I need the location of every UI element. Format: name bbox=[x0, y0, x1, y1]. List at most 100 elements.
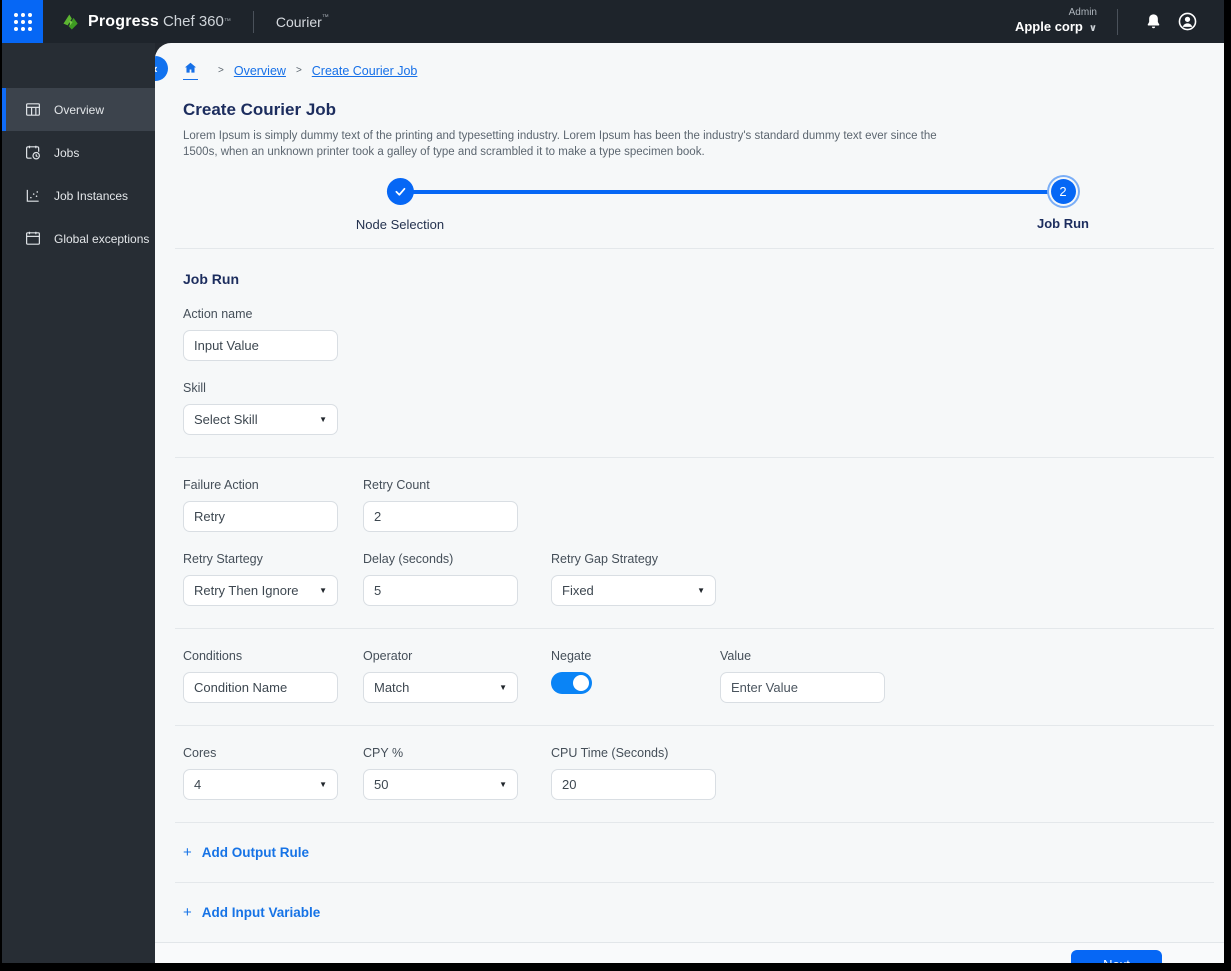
home-breadcrumb-link[interactable] bbox=[183, 61, 198, 80]
select-value: 4 bbox=[194, 777, 202, 792]
bell-icon bbox=[1147, 14, 1159, 29]
wizard-footer: Next bbox=[155, 942, 1224, 963]
retry-count-field-group: Retry Count bbox=[363, 478, 551, 532]
cpy-field-group: CPY % 50 ▼ bbox=[363, 746, 551, 800]
chevron-down-icon: ∨ bbox=[1088, 23, 1097, 34]
cpu-time-input[interactable] bbox=[551, 769, 716, 800]
value-input[interactable] bbox=[720, 672, 885, 703]
retry-strategy-field-group: Retry Startegy Retry Then Ignore ▼ bbox=[183, 552, 363, 606]
sidebar-item-job-instances[interactable]: Job Instances bbox=[2, 174, 155, 217]
sidebar-item-overview[interactable]: Overview bbox=[2, 88, 155, 131]
account-button[interactable] bbox=[1170, 5, 1204, 39]
select-value: Match bbox=[374, 680, 410, 695]
field-label: Conditions bbox=[183, 649, 243, 663]
overview-dashboard-icon bbox=[26, 103, 40, 116]
failure-action-field-group: Failure Action bbox=[183, 478, 363, 532]
next-button[interactable]: Next bbox=[1071, 950, 1162, 963]
breadcrumb-link-overview[interactable]: Overview bbox=[234, 64, 286, 78]
operator-select[interactable]: Match ▼ bbox=[363, 672, 518, 703]
field-label: Delay (seconds) bbox=[363, 552, 454, 566]
global-exceptions-calendar-icon bbox=[26, 231, 40, 245]
stepper-connector-line bbox=[400, 190, 1063, 194]
field-label: Skill bbox=[183, 381, 206, 395]
negate-toggle[interactable] bbox=[551, 672, 592, 694]
dropdown-arrow-icon: ▼ bbox=[319, 586, 327, 595]
retry-gap-strategy-select[interactable]: Fixed ▼ bbox=[551, 575, 716, 606]
delay-field-group: Delay (seconds) bbox=[363, 552, 551, 606]
sidebar-item-label: Overview bbox=[54, 102, 105, 117]
field-label: Retry Gap Strategy bbox=[551, 552, 658, 566]
header-divider bbox=[252, 10, 254, 33]
app-launcher-button[interactable] bbox=[2, 0, 43, 43]
cores-select[interactable]: 4 ▼ bbox=[183, 769, 338, 800]
select-value: 50 bbox=[374, 777, 389, 792]
jobs-calendar-clock-icon bbox=[26, 145, 40, 160]
section-divider bbox=[175, 725, 1214, 726]
action-name-field-group: Action name bbox=[183, 307, 1224, 361]
step-job-run[interactable]: 2 Job Run bbox=[1037, 178, 1089, 231]
toggle-knob bbox=[573, 675, 589, 691]
sidebar-item-global-exceptions[interactable]: Global exceptions bbox=[2, 217, 155, 260]
add-input-variable-button[interactable]: + Add Input Variable bbox=[183, 904, 1224, 921]
page-description: Lorem Ipsum is simply dummy text of the … bbox=[183, 130, 937, 158]
field-label: Cores bbox=[183, 746, 217, 760]
content-scroll-area[interactable]: > Overview > Create Courier Job Create C… bbox=[155, 43, 1224, 942]
product-name: Courier™ bbox=[275, 13, 329, 30]
brand-name-primary: Progress bbox=[88, 12, 159, 30]
breadcrumb: > Overview > Create Courier Job bbox=[183, 43, 1224, 80]
top-header: Progress Chef 360 ™ Courier™ Admin Apple… bbox=[2, 0, 1224, 43]
skill-field-group: Skill Select Skill ▼ bbox=[183, 381, 1224, 435]
select-value: Fixed bbox=[562, 583, 594, 598]
cores-field-group: Cores 4 ▼ bbox=[183, 746, 363, 800]
negate-field-group: Negate bbox=[551, 649, 720, 703]
org-switcher[interactable]: Admin Apple corp ∨ bbox=[1015, 7, 1097, 36]
dropdown-arrow-icon: ▼ bbox=[319, 780, 327, 789]
retry-strategy-select[interactable]: Retry Then Ignore ▼ bbox=[183, 575, 338, 606]
field-label: Action name bbox=[183, 307, 253, 321]
step-number-badge: 2 bbox=[1050, 179, 1076, 204]
home-icon bbox=[184, 62, 197, 73]
dropdown-arrow-icon: ▼ bbox=[319, 415, 327, 424]
step-complete-check-icon bbox=[386, 178, 414, 205]
header-divider bbox=[1117, 8, 1118, 35]
delay-input[interactable] bbox=[363, 575, 518, 606]
action-name-input[interactable] bbox=[183, 330, 338, 361]
sidebar-item-label: Job Instances bbox=[54, 188, 129, 203]
form-section-title: Job Run bbox=[183, 271, 239, 287]
field-label: Failure Action bbox=[183, 478, 259, 492]
section-divider bbox=[175, 628, 1214, 629]
brand-name-secondary: Chef 360 bbox=[162, 13, 224, 30]
app-window: Progress Chef 360 ™ Courier™ Admin Apple… bbox=[2, 0, 1224, 963]
select-value: Select Skill bbox=[194, 412, 258, 427]
sidebar-item-label: Global exceptions bbox=[54, 231, 150, 246]
field-label: Negate bbox=[551, 649, 592, 663]
step-label: Job Run bbox=[1037, 216, 1089, 231]
step-node-selection[interactable]: Node Selection bbox=[356, 178, 444, 232]
section-divider bbox=[175, 822, 1214, 823]
step-label: Node Selection bbox=[355, 217, 445, 232]
cpu-time-field-group: CPU Time (Seconds) bbox=[551, 746, 720, 800]
breadcrumb-separator: > bbox=[218, 65, 224, 76]
plus-icon: + bbox=[183, 904, 192, 921]
failure-action-input[interactable] bbox=[183, 501, 338, 532]
retry-count-input[interactable] bbox=[363, 501, 518, 532]
sidebar-nav: Overview Jobs Job Instances Global excep… bbox=[2, 43, 155, 963]
brand-logo: Progress Chef 360 ™ bbox=[61, 12, 231, 32]
cpy-select[interactable]: 50 ▼ bbox=[363, 769, 518, 800]
notifications-button[interactable] bbox=[1136, 5, 1170, 39]
brand-trademark: ™ bbox=[223, 18, 231, 25]
conditions-input[interactable] bbox=[183, 672, 338, 703]
wizard-stepper: Node Selection 2 Job Run bbox=[183, 176, 1224, 248]
select-value: Retry Then Ignore bbox=[194, 583, 299, 598]
sidebar-item-jobs[interactable]: Jobs bbox=[2, 131, 155, 174]
field-label: CPU Time (Seconds) bbox=[551, 746, 669, 760]
breadcrumb-link-create-courier-job[interactable]: Create Courier Job bbox=[312, 64, 418, 78]
value-field-group: Value bbox=[720, 649, 900, 703]
section-divider bbox=[175, 882, 1214, 883]
main-content: ‹ > Overview > Create Courier Job Create… bbox=[155, 43, 1224, 963]
sidebar-item-label: Jobs bbox=[54, 145, 80, 160]
section-divider bbox=[175, 248, 1214, 249]
field-label: Retry Startegy bbox=[183, 552, 263, 566]
add-output-rule-button[interactable]: + Add Output Rule bbox=[183, 844, 1224, 861]
skill-select[interactable]: Select Skill ▼ bbox=[183, 404, 338, 435]
